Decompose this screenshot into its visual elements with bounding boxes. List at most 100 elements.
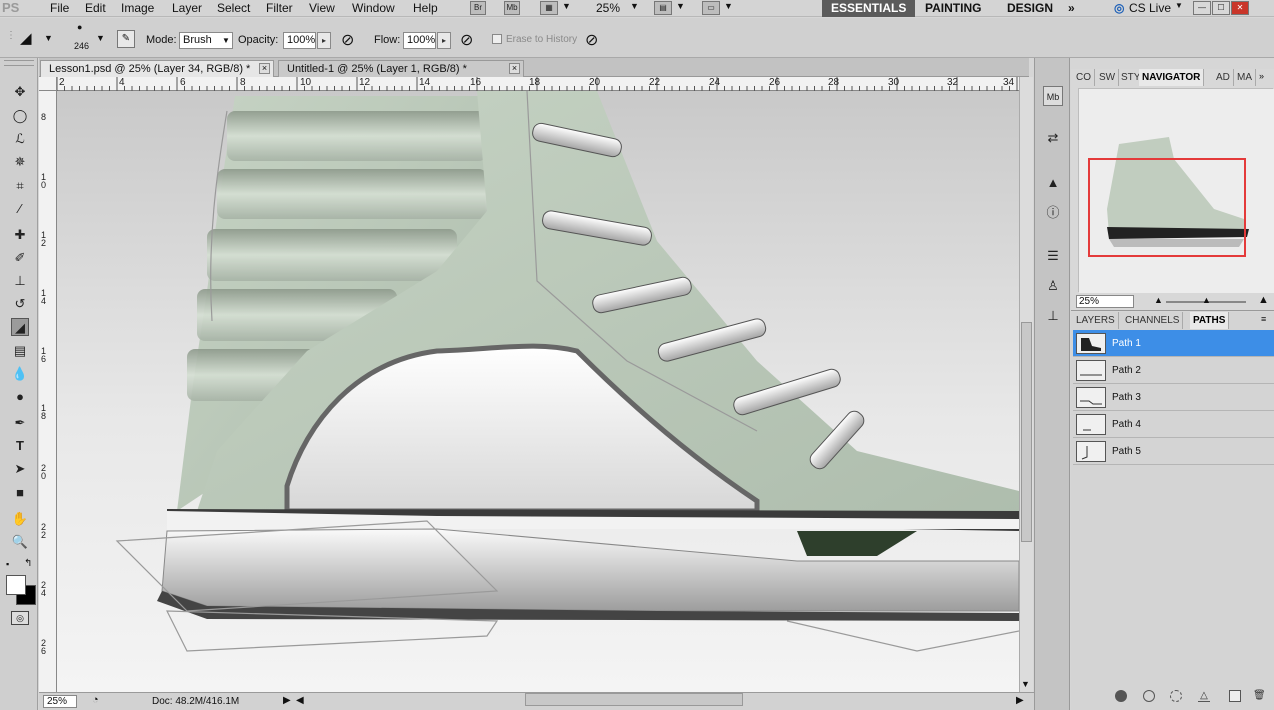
flow-slider-arrow-icon[interactable]: ▸ [437,32,451,49]
info-icon[interactable]: ⓘ [1043,203,1063,223]
healing-brush-tool-icon[interactable]: ✚ [11,226,29,244]
zoom-out-icon[interactable]: ▲ [1154,295,1163,305]
close-icon[interactable]: × [259,63,270,74]
marquee-tool-icon[interactable]: ◯ [11,107,29,125]
workspace-painting[interactable]: PAINTING [925,0,981,17]
mini-bridge-icon[interactable]: Mb [1043,86,1063,106]
scroll-left-arrow-icon[interactable]: ◀ [296,695,304,706]
tab-adjustments[interactable]: AD [1213,69,1234,86]
load-selection-icon[interactable] [1170,690,1182,702]
tab-channels[interactable]: CHANNELS [1122,312,1184,329]
dropdown-arrow-icon[interactable]: ▼ [562,1,571,11]
screen-mode-icon[interactable]: ▭ [702,1,720,15]
tab-untitled-1[interactable]: Untitled-1 @ 25% (Layer 1, RGB/8) * × [278,60,524,77]
zoom-slider-handle-icon[interactable]: ▲ [1202,295,1211,305]
scroll-right-arrow-icon[interactable]: ▶ [1016,695,1024,706]
opacity-field[interactable]: 100% [283,32,316,49]
menu-image[interactable]: Image [121,1,154,15]
menu-layer[interactable]: Layer [172,1,202,15]
make-work-path-icon[interactable]: △ [1198,690,1210,702]
brush-tool-icon[interactable]: ✐ [11,249,29,267]
erase-to-history-checkbox[interactable] [492,34,502,44]
bridge-button[interactable]: Br [470,1,486,15]
more-workspaces-icon[interactable]: » [1068,0,1075,17]
ruler-origin[interactable] [39,77,57,91]
tab-masks[interactable]: MA [1234,69,1256,86]
eyedropper-tool-icon[interactable]: ⁄ [11,200,29,218]
path-row-2[interactable]: Path 2 [1073,357,1274,384]
vertical-ruler[interactable]: 8 10 12 14 16 18 20 22 24 26 [39,91,57,692]
menu-help[interactable]: Help [413,1,438,15]
lasso-tool-icon[interactable]: ℒ [11,130,29,148]
vertical-scrollbar[interactable]: ▼ [1019,77,1033,692]
path-name[interactable]: Path 2 [1112,365,1141,376]
menu-window[interactable]: Window [352,1,395,15]
foreground-color-swatch[interactable] [6,575,26,595]
maximize-button[interactable]: ☐ [1212,1,1230,15]
zoom-in-icon[interactable]: ▲ [1258,294,1269,306]
history-icon[interactable]: ⇄ [1043,128,1063,148]
airbrush-pressure-icon[interactable]: ⊘ [341,30,354,50]
zoom-tool-icon[interactable]: 🔍 [11,533,29,551]
tools-grip[interactable] [4,60,34,66]
path-row-3[interactable]: Path 3 [1073,384,1274,411]
arrange-documents-icon[interactable]: ▤ [654,1,672,15]
navigator-preview[interactable] [1078,88,1274,293]
stroke-path-icon[interactable] [1143,690,1155,702]
vertical-scroll-thumb[interactable] [1021,322,1032,542]
dropdown-arrow-icon[interactable]: ▼ [1175,1,1183,10]
flow-field[interactable]: 100% [403,32,436,49]
dropdown-arrow-icon[interactable]: ▼ [630,1,639,11]
dodge-tool-icon[interactable]: ● [11,388,29,406]
clone-source-icon[interactable]: ♙ [1043,276,1063,296]
path-row-5[interactable]: Path 5 [1073,438,1274,465]
menu-file[interactable]: File [50,1,69,15]
menu-select[interactable]: Select [217,1,250,15]
close-icon[interactable]: × [509,63,520,74]
menu-view[interactable]: View [309,1,335,15]
horizontal-ruler[interactable]: 2 4 6 8 10 12 14 16 18 20 22 24 26 28 30… [57,77,1019,91]
pen-tool-icon[interactable]: ✒ [11,414,29,432]
tab-navigator[interactable]: NAVIGATOR [1139,69,1205,86]
path-row-1[interactable]: Path 1 [1073,330,1274,357]
gradient-tool-icon[interactable]: ▤ [11,342,29,360]
navigator-zoom-field[interactable]: 25% [1076,295,1134,308]
document-canvas[interactable] [57,91,1019,692]
trash-icon[interactable]: 🗑 [1253,690,1266,702]
workspace-design[interactable]: DESIGN [1007,0,1053,17]
path-name[interactable]: Path 3 [1112,392,1141,403]
menu-edit[interactable]: Edit [85,1,106,15]
rectangle-tool-icon[interactable]: ■ [11,484,29,502]
path-row-4[interactable]: Path 4 [1073,411,1274,438]
panel-menu-icon[interactable]: ≡ [1261,314,1266,324]
panel-menu-icon[interactable]: » [1259,71,1264,81]
adjustments-icon[interactable]: ☰ [1043,246,1063,266]
status-icon[interactable]: ◔ [92,694,99,706]
hand-tool-icon[interactable]: ✋ [11,510,29,528]
eraser-tool-icon[interactable]: ◢ [20,29,32,47]
status-menu-arrow-icon[interactable]: ▶ [283,695,291,706]
brush-preview-icon[interactable]: ● [77,22,82,32]
dropdown-arrow-icon[interactable]: ▼ [222,36,230,45]
menu-filter[interactable]: Filter [266,1,293,15]
path-name[interactable]: Path 5 [1112,446,1141,457]
eraser-tool-icon[interactable]: ◢ [11,318,29,336]
zoom-level-dropdown[interactable]: 25% [596,1,620,15]
tab-swatches[interactable]: SW [1096,69,1120,86]
fill-path-icon[interactable] [1115,690,1127,702]
type-tool-icon[interactable]: T [11,437,29,455]
cs-live-button[interactable]: CS Live [1129,1,1171,15]
tab-lesson1[interactable]: Lesson1.psd @ 25% (Layer 34, RGB/8) * × [40,60,274,77]
airbrush-icon[interactable]: ⊘ [460,30,473,50]
histogram-icon[interactable]: ▲ [1043,173,1063,193]
history-brush-tool-icon[interactable]: ↺ [11,295,29,313]
workspace-essentials[interactable]: ESSENTIALS [822,0,916,17]
new-path-icon[interactable] [1229,690,1241,702]
blur-tool-icon[interactable]: 💧 [11,365,29,383]
brush-panel-icon[interactable]: ✎ [117,30,135,48]
swap-colors-icon[interactable]: ↰ [24,558,32,569]
quick-mask-icon[interactable]: ◎ [11,611,29,625]
scroll-down-arrow-icon[interactable]: ▼ [1021,679,1030,689]
zoom-field[interactable]: 25% [43,695,77,708]
tab-color[interactable]: CO [1073,69,1095,86]
